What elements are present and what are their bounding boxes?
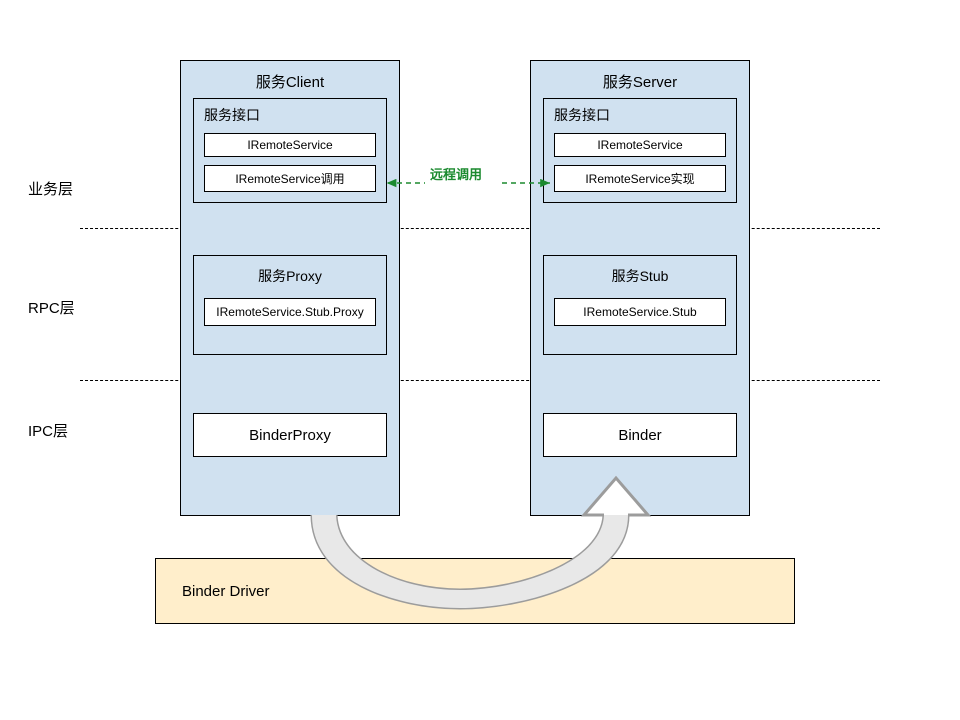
server-binder: Binder xyxy=(543,413,737,457)
client-interface-title: 服务接口 xyxy=(194,99,386,129)
layer-label-ipc: IPC层 xyxy=(28,420,68,441)
server-stub-title: 服务Stub xyxy=(544,256,736,296)
diagram-canvas: 业务层 RPC层 IPC层 服务Client 服务接口 IRemoteServi… xyxy=(0,0,960,720)
layer-label-business: 业务层 xyxy=(28,178,73,199)
server-interface-title: 服务接口 xyxy=(544,99,736,129)
remote-call-label: 远程调用 xyxy=(430,164,482,183)
server-iremoteservice: IRemoteService xyxy=(554,133,726,157)
client-proxy-class: IRemoteService.Stub.Proxy xyxy=(204,298,376,326)
binder-driver-box: Binder Driver xyxy=(155,558,795,624)
client-interface-box: 服务接口 IRemoteService IRemoteService调用 xyxy=(193,98,387,203)
server-iremoteservice-impl: IRemoteService实现 xyxy=(554,165,726,192)
client-iremoteservice: IRemoteService xyxy=(204,133,376,157)
client-proxy-title: 服务Proxy xyxy=(194,256,386,296)
server-stub-box: 服务Stub IRemoteService.Stub xyxy=(543,255,737,355)
server-interface-box: 服务接口 IRemoteService IRemoteService实现 xyxy=(543,98,737,203)
client-title: 服务Client xyxy=(181,61,399,98)
client-binder-proxy: BinderProxy xyxy=(193,413,387,457)
server-stub-class: IRemoteService.Stub xyxy=(554,298,726,326)
server-title: 服务Server xyxy=(531,61,749,98)
server-column: 服务Server 服务接口 IRemoteService IRemoteServ… xyxy=(530,60,750,516)
client-column: 服务Client 服务接口 IRemoteService IRemoteServ… xyxy=(180,60,400,516)
layer-label-rpc: RPC层 xyxy=(28,297,75,318)
client-proxy-box: 服务Proxy IRemoteService.Stub.Proxy xyxy=(193,255,387,355)
client-iremoteservice-call: IRemoteService调用 xyxy=(204,165,376,192)
